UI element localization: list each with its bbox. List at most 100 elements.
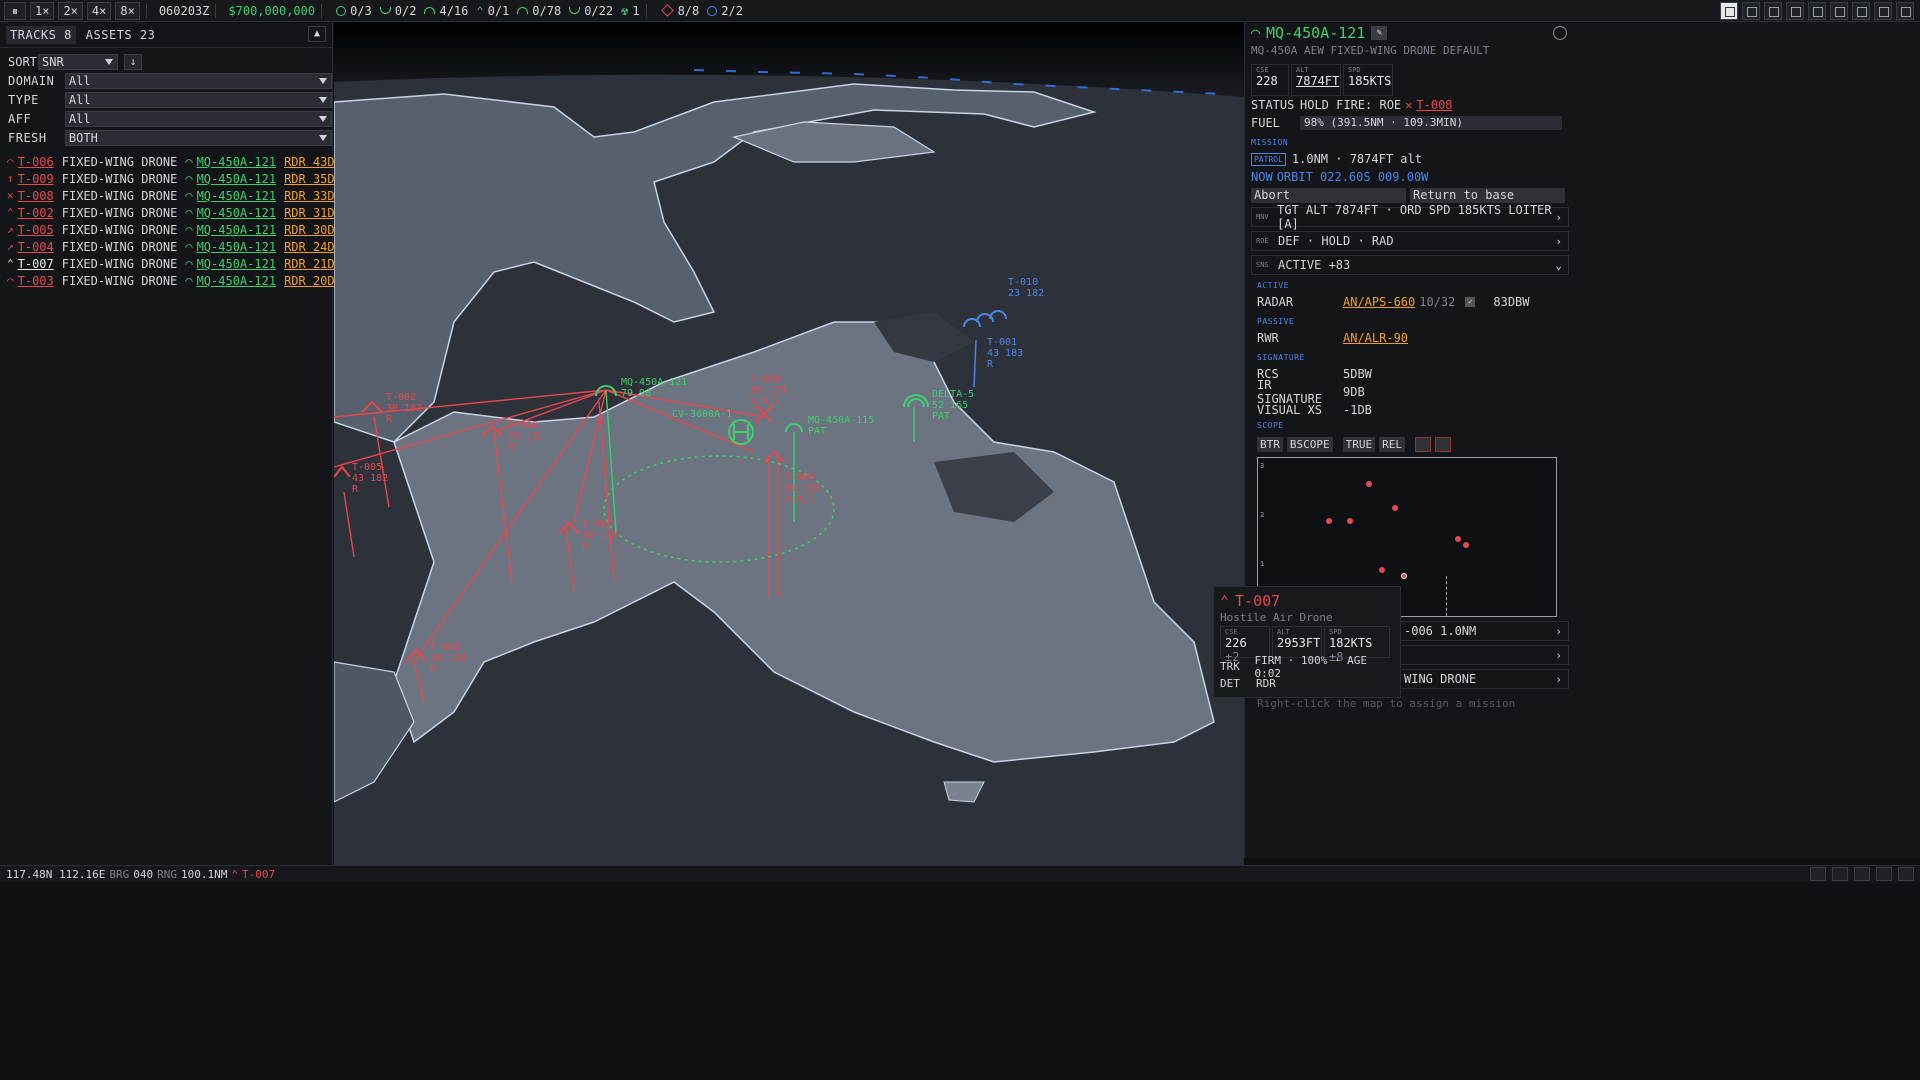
chart-icon[interactable]: [1808, 2, 1826, 20]
t-006-label[interactable]: T-006 72 181 R: [508, 420, 544, 453]
track-row[interactable]: ↑ T-009 FIXED-WING DRONE ◠ MQ-450A-121 R…: [0, 170, 364, 187]
radar-link[interactable]: AN/APS-660: [1343, 295, 1415, 309]
tab-tracks[interactable]: TRACKS 8: [6, 25, 76, 44]
sensors-row[interactable]: SNS ACTIVE +83 ⌄: [1251, 255, 1569, 275]
maneuver-row[interactable]: MNV TGT ALT 7874FT · ORD SPD 185KTS LOIT…: [1251, 203, 1569, 231]
filter-fresh: FRESH BOTH: [0, 128, 332, 147]
scope-contact[interactable]: [1455, 536, 1461, 542]
base-icon: [336, 5, 347, 16]
grid-icon[interactable]: [1764, 2, 1782, 20]
columns-icon[interactable]: [1786, 2, 1804, 20]
return-to-base-button[interactable]: Return to base: [1410, 188, 1565, 203]
collapse-chevron-icon[interactable]: ▲: [308, 26, 326, 42]
radar-toggle-checkbox[interactable]: ✓: [1465, 297, 1476, 307]
delta-5-label[interactable]: DELTA-5 52 165 PAT: [932, 389, 974, 422]
type-select[interactable]: All: [64, 91, 332, 108]
t-008-label[interactable]: T-008 35 179 V,R,I: [750, 374, 786, 407]
scope-true-button[interactable]: TRUE: [1342, 437, 1376, 452]
hostile-drone-icon: ⌒: [7, 274, 14, 287]
scope-contact[interactable]: [1392, 505, 1398, 511]
settings-gear-icon[interactable]: [1896, 2, 1914, 20]
robot-icon[interactable]: [1852, 2, 1870, 20]
t-007-label[interactable]: T-007 30 182 R: [582, 519, 618, 552]
hint-text: Right-click the map to assign a mission: [1257, 697, 1516, 710]
scope-bscope-button[interactable]: BSCOPE: [1286, 437, 1333, 452]
scope-contact[interactable]: [1463, 542, 1469, 548]
stat-aircraft[interactable]: 4/16: [424, 4, 468, 18]
chevron-down-icon: [319, 134, 327, 141]
t-001-label[interactable]: T-001 43 183 R: [987, 337, 1023, 370]
asset-subtitle: MQ-450A AEW FIXED-WING DRONE DEFAULT: [1251, 44, 1490, 57]
speed-8x-button[interactable]: 8×: [115, 1, 140, 20]
track-row[interactable]: ⌒ T-006 FIXED-WING DRONE ◠ MQ-450A-121 R…: [0, 153, 364, 170]
hovered-track[interactable]: T-007: [242, 868, 275, 881]
diamond-filter-icon[interactable]: [1415, 437, 1431, 452]
stat-bases[interactable]: 0/3: [336, 4, 372, 18]
radio-icon[interactable]: [1874, 2, 1892, 20]
roe-row[interactable]: ROE DEF · HOLD · RAD ›: [1251, 231, 1569, 251]
fresh-select[interactable]: BOTH: [64, 129, 332, 146]
track-row[interactable]: ⌃ T-002 FIXED-WING DRONE ◠ MQ-450A-121 R…: [0, 204, 364, 221]
domain-select[interactable]: All: [64, 72, 332, 89]
scope-contact[interactable]: [1326, 518, 1332, 524]
course-cell: CSE 228: [1251, 64, 1289, 96]
track-row-selected[interactable]: ⌃ T-007 FIXED-WING DRONE ◠ MQ-450A-121 R…: [0, 255, 342, 272]
scope-contact[interactable]: [1379, 567, 1385, 573]
circle-tool-icon[interactable]: [1854, 867, 1870, 881]
drone-icon: ◠: [1251, 24, 1261, 42]
scope-btr-button[interactable]: BTR: [1257, 437, 1283, 452]
3d-view-icon[interactable]: [1720, 2, 1738, 20]
stat-helos[interactable]: ⌃ 0/1: [476, 4, 509, 18]
kinematics: CSE 228 ALT 7874FT SPD 185KTS: [1251, 64, 1569, 96]
status-track-link[interactable]: T-008: [1416, 98, 1452, 112]
speed-cell: SPD 185KTS: [1343, 64, 1393, 96]
speed-2x-button[interactable]: 2×: [58, 1, 83, 20]
stat-sam[interactable]: ☢ 1: [621, 4, 639, 18]
cv-3000a-1-label[interactable]: CV-3000A-1: [672, 409, 732, 420]
scope-contact[interactable]: [1347, 518, 1353, 524]
tab-assets[interactable]: ASSETS 23: [82, 26, 160, 44]
abort-button[interactable]: Abort: [1251, 188, 1406, 203]
track-row[interactable]: ⌒ T-003 FIXED-WING DRONE ◠ MQ-450A-121 R…: [0, 272, 342, 289]
scope-contact-selected[interactable]: [1401, 573, 1407, 579]
drone-icon: ◠: [185, 256, 193, 271]
divider: [645, 3, 647, 18]
speed-4x-button[interactable]: 4×: [86, 1, 112, 20]
altitude-cell[interactable]: ALT 7874FT: [1291, 64, 1341, 96]
gear-icon[interactable]: [1553, 26, 1567, 40]
track-row[interactable]: ✕ T-008 FIXED-WING DRONE ◠ MQ-450A-121 R…: [0, 187, 364, 204]
pin-icon[interactable]: [1832, 867, 1848, 881]
sort-direction-button[interactable]: ↓: [124, 53, 142, 70]
ruler-icon[interactable]: [1898, 867, 1914, 881]
stat-ships[interactable]: 0/2: [379, 4, 416, 18]
t-009-label[interactable]: T-009 35 182 V,R,I: [784, 472, 820, 505]
scope-contact[interactable]: [1366, 481, 1372, 487]
chevron-down-icon: [105, 58, 113, 65]
t-002-label[interactable]: T-002 30 182 R: [386, 392, 422, 425]
track-row[interactable]: ↗ T-005 FIXED-WING DRONE ◠ MQ-450A-121 R…: [0, 221, 364, 238]
frame-icon[interactable]: [1742, 2, 1760, 20]
t-010-label[interactable]: T-010 23 182: [1008, 277, 1044, 299]
scope-rel-button[interactable]: REL: [1379, 437, 1405, 452]
stat-blue[interactable]: 2/2: [707, 4, 743, 18]
t-003-label[interactable]: T-003 20 182 R: [430, 642, 466, 675]
sort-select[interactable]: SNR: [38, 53, 118, 70]
mq-450a-115-label[interactable]: MQ-450A-115 PAT: [808, 415, 874, 437]
track-row[interactable]: ↗ T-004 FIXED-WING DRONE ◠ MQ-450A-121 R…: [0, 238, 364, 255]
pause-button[interactable]: ⏸: [4, 1, 26, 20]
camera-icon[interactable]: [1830, 2, 1848, 20]
layers-icon[interactable]: [1810, 867, 1826, 881]
tactical-map-3d[interactable]: T-010 23 182 T-001 43 183 R T-002 30 182…: [334, 22, 1244, 865]
map-canvas[interactable]: [334, 22, 1244, 865]
t-005-label[interactable]: T-005 43 182 R: [352, 462, 388, 495]
rwr-link[interactable]: AN/ALR-90: [1343, 331, 1408, 345]
arrow-tool-icon[interactable]: [1876, 867, 1892, 881]
mq-450a-121-label[interactable]: MQ-450A-121 79 98: [621, 377, 687, 399]
aff-select[interactable]: All: [64, 110, 332, 127]
stat-hostile[interactable]: 8/8: [660, 4, 699, 18]
stat-drones[interactable]: 0/78: [517, 4, 561, 18]
edit-icon[interactable]: ✎: [1371, 26, 1388, 40]
stat-subs[interactable]: 0/22: [569, 4, 613, 18]
square-filter-icon[interactable]: [1435, 437, 1451, 452]
speed-1x-button[interactable]: 1×: [30, 1, 55, 20]
